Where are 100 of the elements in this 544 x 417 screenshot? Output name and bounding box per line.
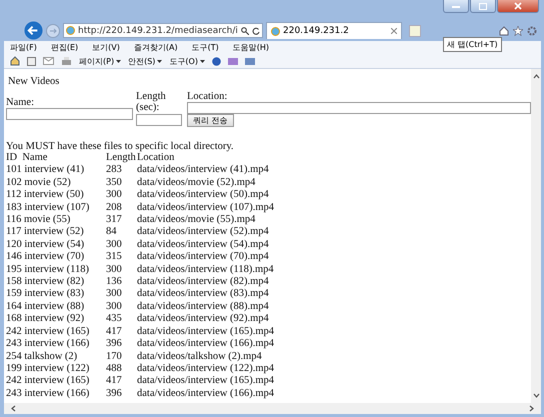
table-cell-text: 120 interview (54) <box>6 238 86 252</box>
table-cell-text: data/videos/interview (122).mp4 <box>137 362 276 376</box>
table-cell-text: 208 <box>106 202 123 214</box>
table-cell-text: 417 <box>106 326 123 338</box>
back-button[interactable] <box>24 21 43 40</box>
table-cell-text: 242 interview (165) <box>6 375 90 388</box>
table-cell-text: 300 <box>106 238 123 252</box>
minimize-button[interactable] <box>443 0 469 13</box>
caret-icon <box>116 60 122 62</box>
table-cell-text: data/videos/interview (88).mp4 <box>137 300 270 314</box>
table-cell-text: 117 interview (52) <box>6 226 85 239</box>
star-icon[interactable] <box>513 26 523 36</box>
table-cell-text: 417 <box>106 375 123 388</box>
settings-icon[interactable] <box>527 26 537 36</box>
table-cell-text: 112 interview (50) <box>6 189 85 202</box>
browser-tab[interactable]: 220.149.231.2 <box>266 22 402 39</box>
table-cell-text: 136 <box>106 276 123 288</box>
table-cell-text: data/videos/interview (165).mp4 <box>137 375 276 388</box>
table-cell-text: 300 <box>106 288 123 301</box>
maximize-button[interactable] <box>470 0 496 13</box>
new-tab-button[interactable] <box>409 24 421 36</box>
table-cell-text: 396 <box>106 338 123 350</box>
table-cell-text: 300 <box>106 300 123 314</box>
table-cell-text: 283 <box>106 164 123 177</box>
column-header: Location <box>137 152 176 164</box>
table-cell-text: 435 <box>106 313 123 326</box>
table-cell-text: 243 interview (166) <box>6 338 90 350</box>
field-label: Location: <box>187 91 228 102</box>
table-cell-text: data/videos/interview (82).mp4 <box>137 276 270 288</box>
table-cell-text: data/videos/interview (52).mp4 <box>137 226 270 239</box>
maximize-icon <box>479 2 487 10</box>
home-icon[interactable] <box>10 56 20 66</box>
search-icon[interactable] <box>241 26 249 34</box>
submit-button[interactable]: 쿼리 전송 <box>187 114 234 127</box>
menu-item[interactable]: 즐겨찾기(A) <box>134 42 178 53</box>
refresh-icon[interactable] <box>252 26 260 34</box>
mail-icon[interactable] <box>43 57 54 65</box>
table-cell-text: data/videos/interview (166).mp4 <box>137 338 276 350</box>
table-cell-text: 243 interview (166) <box>6 388 90 400</box>
menu-item[interactable]: 파일(F) <box>10 42 37 53</box>
table-cell-text: 396 <box>106 388 123 400</box>
column-header: ID Name <box>6 152 48 164</box>
section-title: New Videos <box>8 76 60 87</box>
table-cell-text: 102 movie (52) <box>6 176 72 190</box>
table-cell-text: data/videos/talkshow (2).mp4 <box>137 350 263 363</box>
table-cell-text: data/videos/interview (107).mp4 <box>137 202 276 214</box>
globe-icon <box>66 26 75 35</box>
field-label: Length (sec): <box>136 91 167 113</box>
table-cell-text: 488 <box>106 362 123 376</box>
column-header: Length <box>106 152 137 164</box>
menu-item[interactable]: 편집(E) <box>50 42 78 53</box>
caret-icon <box>157 60 162 62</box>
table-cell-text: 242 interview (165) <box>6 326 90 338</box>
length-field[interactable] <box>136 114 182 126</box>
table-cell-text: data/videos/interview (54).mp4 <box>137 238 270 252</box>
home-icon[interactable] <box>499 26 509 36</box>
table-cell-text: 300 <box>106 189 123 202</box>
close-icon[interactable] <box>391 28 397 34</box>
table-cell-text: 300 <box>106 264 123 276</box>
printer-icon[interactable] <box>61 56 72 66</box>
globe-icon <box>271 26 280 36</box>
tooltip: 새 탭(Ctrl+T) <box>443 37 502 52</box>
close-icon <box>514 2 522 10</box>
table-cell-text: 254 talkshow (2) <box>6 350 78 363</box>
table-cell-text: 159 interview (83) <box>6 288 86 301</box>
table-cell-text: data/videos/interview (166).mp4 <box>137 388 276 400</box>
table-cell-text: 195 interview (118) <box>6 264 90 276</box>
horizontal-scrollbar[interactable] <box>4 403 541 414</box>
caret-icon <box>200 60 205 62</box>
table-cell-text: data/videos/movie (52).mp4 <box>137 176 256 190</box>
close-button[interactable] <box>497 0 539 13</box>
command-menu[interactable]: 안전(S) <box>128 56 162 66</box>
table-cell-text: 315 <box>106 251 123 264</box>
table-cell-text: 101 interview (41) <box>6 164 86 177</box>
name-field[interactable] <box>6 108 133 120</box>
table-cell-text: data/videos/interview (92).mp4 <box>137 313 270 326</box>
table-cell-text: data/videos/interview (118).mp4 <box>137 264 275 276</box>
location-field[interactable] <box>187 102 531 114</box>
menu-item[interactable]: 도움말(H) <box>232 42 269 53</box>
table-cell-text: 199 interview (122) <box>6 362 90 376</box>
minimize-icon <box>452 4 460 8</box>
menu-item[interactable]: 보기(V) <box>92 42 120 53</box>
table-cell-text: 350 <box>106 176 123 190</box>
table-cell-text: data/videos/interview (70).mp4 <box>137 251 270 264</box>
table-cell-text: data/videos/movie (55).mp4 <box>137 214 256 226</box>
command-menu[interactable]: 도구(O) <box>169 56 205 66</box>
table-cell-text: data/videos/interview (165).mp4 <box>137 326 276 338</box>
field-label: Name: <box>6 97 35 108</box>
table-cell-text: data/videos/interview (83).mp4 <box>137 288 270 301</box>
vertical-scrollbar[interactable] <box>531 69 541 403</box>
address-bar[interactable]: http://220.149.231.2/mediasearch/i <box>63 23 263 38</box>
table-cell-text: 317 <box>106 214 123 226</box>
table-cell-text: data/videos/interview (41).mp4 <box>137 164 270 177</box>
menu-item[interactable]: 도구(T) <box>192 42 219 53</box>
table-cell-text: 170 <box>106 350 123 363</box>
command-menu[interactable]: 페이지(P) <box>79 56 122 66</box>
table-cell-text: 146 interview (70) <box>6 251 86 264</box>
notice-text: You MUST have these files to specific local directory. <box>6 141 235 152</box>
table-cell-text: 183 interview (107) <box>6 202 90 214</box>
table-cell-text: 84 <box>106 226 118 239</box>
